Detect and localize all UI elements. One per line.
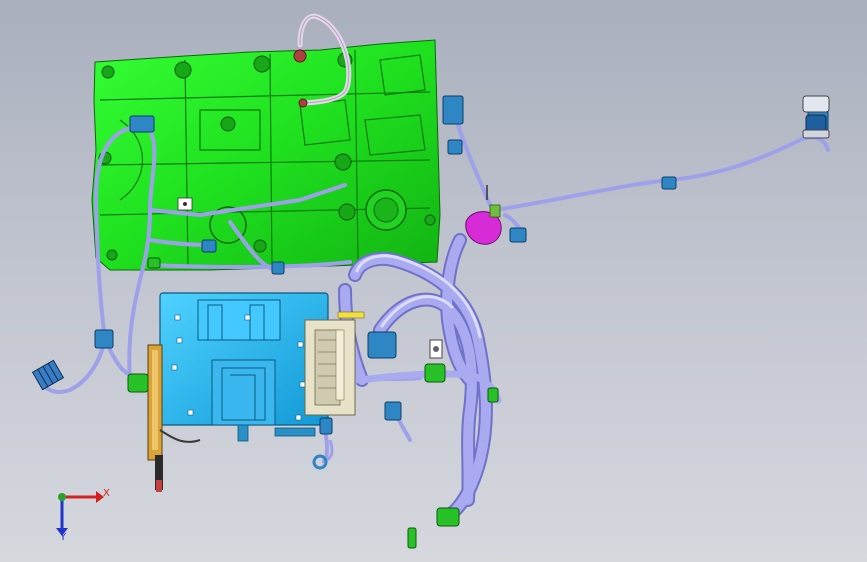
connector [509,227,527,243]
clip [147,257,161,269]
origin-marker [58,493,66,501]
block-bolt [174,61,192,79]
block-bolt [101,65,115,79]
clip [487,387,499,403]
ring-terminal [298,98,308,108]
connector [201,239,217,253]
ring-terminal [293,49,307,63]
side-connector[interactable] [31,359,65,391]
cad-viewport[interactable]: X Y [0,0,867,562]
clip [127,373,149,393]
engine-block[interactable] [91,39,441,271]
connector [367,331,397,359]
x-axis-label: X [103,488,110,499]
sensor-plug[interactable] [802,95,830,139]
block-bolt [334,153,352,171]
connector [94,329,114,349]
cad-scene[interactable] [0,0,867,562]
connector [661,176,677,190]
clip [436,507,460,527]
clip [407,527,417,549]
block-bolt [338,203,356,221]
y-axis-label: Y [60,532,67,543]
block-bolt [424,214,436,226]
clip [424,363,446,383]
block-bolt [106,249,118,261]
connector [319,417,333,435]
coordinate-triad [56,491,104,536]
connector [271,261,285,275]
block-bolt [253,239,267,253]
block-bolt [253,55,271,73]
block-bolt [220,116,236,132]
connector [129,115,155,133]
connector [442,95,464,125]
label-tag [337,311,365,319]
connector [384,401,402,421]
connector [447,139,463,155]
